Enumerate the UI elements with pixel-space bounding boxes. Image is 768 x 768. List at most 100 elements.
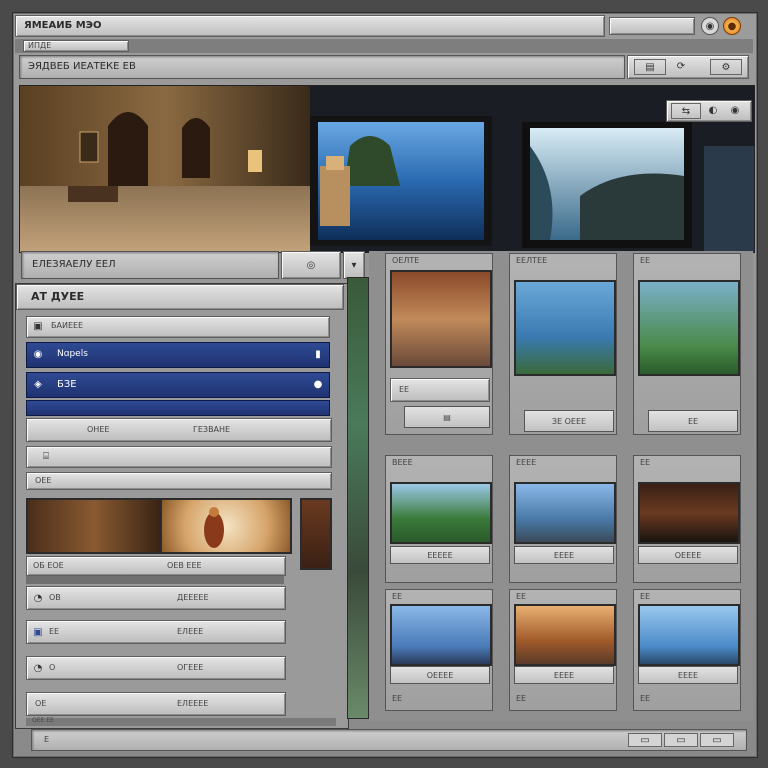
toolbar-buttons: ▤ ⟳ ⚙ — [627, 55, 749, 79]
list-item-left: ОВ — [49, 593, 61, 602]
list-item-left: ОБ ЕОЕ — [33, 561, 64, 570]
row-toggle-icon[interactable]: ▮ — [313, 348, 323, 360]
toolbar-refresh-icon[interactable]: ⟳ — [674, 59, 688, 73]
row-icon: ▣ — [33, 320, 43, 332]
card-title: ЕЕ — [640, 256, 651, 265]
address-bar[interactable]: ЭЯДВЕБ ИЕАТЕКЕ ЕВ — [19, 55, 625, 79]
status-btn-3[interactable]: ▭ — [700, 733, 734, 747]
status-bar: Е ▭ ▭ ▭ — [31, 729, 747, 751]
card-title: ВЕЕЕ — [392, 458, 413, 467]
card-image[interactable] — [390, 604, 492, 666]
left-search-field[interactable]: ЕЛЕЗЯАЕЛУ ЕЕЛ — [21, 251, 279, 279]
left-panel: АТ ДУЕЕ ▣ БАИЕЕЕ ◉ Nɑpels ▮ ◈ БЗЕ ● ОНЕЕ… — [15, 283, 349, 729]
hero-contrast-icon[interactable]: ◐ — [705, 103, 721, 117]
grid-card-r3c2[interactable]: ЕЕ ЕЕЕЕ ЕЕ — [509, 589, 617, 711]
card-title: ЕЕЕЕ — [516, 458, 537, 467]
hero-record-icon[interactable]: ◉ — [727, 103, 743, 117]
left-panel-header: АТ ДУЕЕ — [16, 284, 344, 310]
card-caption: ЕЕЕЕ — [553, 670, 575, 680]
card-title: ЕЕ — [640, 458, 651, 467]
list-item-right: ОГЕЕЕ — [177, 663, 204, 672]
preview-image-2[interactable] — [160, 498, 292, 554]
grid-card-r1c3[interactable]: ЕЕ ЕЕ — [633, 253, 741, 435]
menu-label[interactable]: ИПДЕ — [23, 40, 129, 52]
menu-bar: ИПДЕ — [15, 39, 753, 53]
close-icon[interactable]: ● — [723, 17, 741, 35]
list-row-selected-3[interactable] — [26, 400, 330, 416]
card-title: ЕЕ — [392, 592, 403, 601]
list-row-selected-2[interactable]: ◈ БЗЕ ● — [26, 372, 330, 398]
list-row-selected-1[interactable]: ◉ Nɑpels ▮ — [26, 342, 330, 368]
card-action-button[interactable]: ОЕЕЕЕ — [638, 546, 738, 564]
card-action-button[interactable]: ЕЕЕЕ — [514, 666, 614, 684]
left-panel-footer: ОЕЕ ЕЕ — [26, 717, 336, 726]
minimize-icon[interactable]: ◉ — [701, 17, 719, 35]
grid-card-r2c1[interactable]: ВЕЕЕ ЕЕЕЕЕ — [385, 455, 493, 583]
row-label: БЗЕ — [57, 379, 77, 390]
list-item-right: ОЕВ ЕЕЕ — [167, 561, 202, 570]
grid-card-r3c1[interactable]: ЕЕ ОЕЕЕЕ ЕЕ — [385, 589, 493, 711]
toolbar-settings-icon[interactable]: ⚙ — [710, 59, 742, 75]
card-footer: ЕЕ — [640, 694, 651, 703]
preview-image-1[interactable] — [26, 498, 162, 554]
card-title: ЕЕ — [640, 592, 651, 601]
list-item-5[interactable]: ОЕ ЕЛЕЕЕЕ — [26, 692, 286, 716]
left-panel-title: АТ ДУЕЕ — [31, 290, 85, 303]
card-action-button[interactable]: ЕЕЕЕ — [638, 666, 738, 684]
grid-card-r1c1[interactable]: ОЕЛТЕ ЕЕ ▤ — [385, 253, 493, 435]
row-icon: ◈ — [34, 378, 42, 390]
grid-card-r3c3[interactable]: ЕЕ ЕЕЕЕ ЕЕ — [633, 589, 741, 711]
card-action-button[interactable]: ▤ — [404, 406, 490, 428]
card-image[interactable] — [638, 280, 740, 376]
list-item-3[interactable]: ▣ ЕЕ ЕЛЕЕЕ — [26, 620, 286, 644]
list-item-left: О — [49, 663, 56, 672]
card-title: ОЕЛТЕ — [392, 256, 420, 265]
title-search-field[interactable] — [609, 17, 695, 35]
toolbar-grid-icon[interactable]: ▤ — [634, 59, 666, 75]
status-left-text: Е — [44, 735, 50, 744]
card-action-button[interactable]: ОЕЕЕЕ — [390, 666, 490, 684]
left-search-dropdown-icon[interactable]: ▾ — [343, 251, 365, 279]
card-title: ЕЕ — [516, 592, 527, 601]
status-btn-2[interactable]: ▭ — [664, 733, 698, 747]
card-image[interactable] — [514, 604, 616, 666]
card-image[interactable] — [514, 280, 616, 376]
left-search-icon[interactable]: ◎ — [281, 251, 341, 279]
preview-image-side[interactable] — [300, 498, 332, 570]
card-caption: ЕЕ — [687, 416, 699, 426]
row-dot-icon[interactable]: ● — [313, 378, 323, 390]
list-item-icon: ◔ — [33, 662, 43, 674]
card-image[interactable] — [390, 270, 492, 368]
card-action-button[interactable]: ЕЕЕЕ — [514, 546, 614, 564]
card-footer: ЕЕ — [516, 694, 527, 703]
grid-card-r1c2[interactable]: ЕЕЛТЕЕ ЗЕ ОЕЕЕ — [509, 253, 617, 435]
list-item-2[interactable]: ◔ ОВ ДЕЕЕЕЕ — [26, 586, 286, 610]
card-image[interactable] — [638, 482, 740, 544]
card-image[interactable] — [390, 482, 492, 544]
options-icon: ⌸ — [43, 450, 49, 462]
card-image[interactable] — [638, 604, 740, 666]
hero-banner: ⇆ ◐ ◉ — [19, 85, 755, 253]
card-image[interactable] — [514, 482, 616, 544]
list-row-plain[interactable]: ▣ БАИЕЕЕ — [26, 316, 330, 338]
row-label: Nɑpels — [57, 349, 88, 359]
card-action-button[interactable]: ЕЕ — [648, 410, 738, 432]
hero-swap-icon[interactable]: ⇆ — [671, 103, 701, 119]
list-item-left: ЕЕ — [49, 627, 60, 636]
grid-card-r2c2[interactable]: ЕЕЕЕ ЕЕЕЕ — [509, 455, 617, 583]
list-item-icon: ▣ — [33, 626, 43, 638]
list-item-4[interactable]: ◔ О ОГЕЕЕ — [26, 656, 286, 680]
options-bar[interactable]: ⌸ — [26, 446, 332, 468]
card-action-button[interactable]: ЗЕ ОЕЕЕ — [524, 410, 614, 432]
card-action-button[interactable]: ЕЕЕЕЕ — [390, 546, 490, 564]
row-label: БАИЕЕЕ — [51, 321, 84, 330]
address-text: ЭЯДВЕБ ИЕАТЕКЕ ЕВ — [28, 61, 136, 72]
card-caption: ЕЕЕЕ — [553, 550, 575, 560]
action-bar[interactable]: ОНЕЕ ГЕЗВАНЕ — [26, 418, 332, 442]
card-title: ЕЕЛТЕЕ — [516, 256, 548, 265]
card-caption: ОЕЕЕЕ — [426, 670, 454, 680]
list-item-icon: ◔ — [33, 592, 43, 604]
status-btn-1[interactable]: ▭ — [628, 733, 662, 747]
grid-card-r2c3[interactable]: ЕЕ ОЕЕЕЕ — [633, 455, 741, 583]
list-item-1[interactable]: ОБ ЕОЕ ОЕВ ЕЕЕ — [26, 556, 286, 576]
